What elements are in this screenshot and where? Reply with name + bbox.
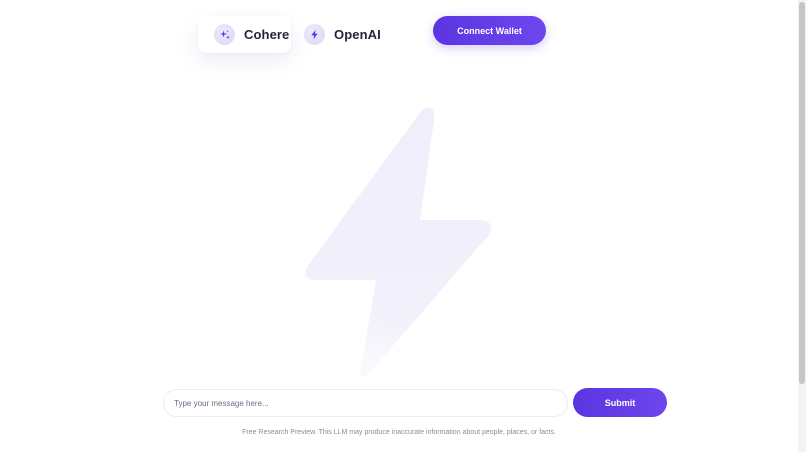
model-tab-label: Cohere — [244, 27, 290, 42]
page-scrollbar[interactable] — [798, 0, 806, 452]
connect-wallet-button[interactable]: Connect Wallet — [433, 16, 546, 45]
model-tab-label: OpenAI — [334, 27, 381, 42]
scrollbar-thumb[interactable] — [799, 2, 805, 384]
disclaimer-text: Free Research Preview. This LLM may prod… — [242, 429, 556, 436]
sparkles-icon — [214, 24, 235, 45]
model-tab-openai[interactable]: OpenAI — [288, 16, 388, 53]
lightning-bolt-icon — [304, 24, 325, 45]
app-page: Cohere OpenAI Connect Wallet Submit Free… — [0, 0, 806, 452]
submit-button[interactable]: Submit — [573, 388, 667, 417]
message-input[interactable] — [163, 389, 568, 417]
hero-lightning-bolt-icon — [305, 107, 491, 378]
model-tab-cohere[interactable]: Cohere — [198, 16, 291, 53]
